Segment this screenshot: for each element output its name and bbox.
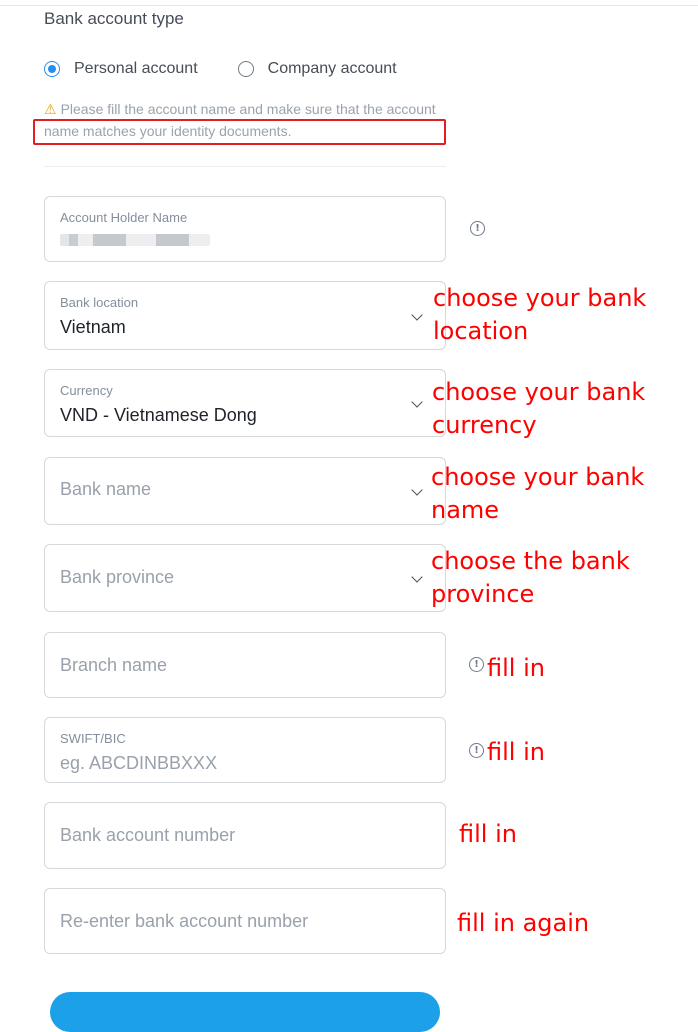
top-divider [0, 5, 698, 6]
radio-label-personal: Personal account [74, 60, 198, 77]
annotation-line: choose your bank [432, 378, 646, 406]
branch-name-field[interactable]: Branch name [44, 632, 446, 698]
annotation-line: location [433, 317, 529, 345]
bank-name-placeholder: Bank name [60, 479, 152, 499]
bank-location-select[interactable]: Bank location Vietnam [44, 281, 446, 350]
info-circle-icon[interactable]: ! [469, 657, 484, 672]
annotation-bank-location: choose your bank location [433, 282, 646, 348]
bank-location-value: Vietnam [60, 317, 126, 337]
annotation-line: choose the bank [431, 547, 630, 575]
account-type-radio-group: Personal account Company account [44, 58, 437, 80]
bank-province-placeholder: Bank province [60, 567, 175, 587]
annotation-bank-name: choose your bank name [431, 461, 644, 527]
section-title: Bank account type [44, 9, 184, 28]
radio-checked-icon [44, 61, 60, 77]
annotation-swift: fill in [487, 738, 545, 766]
chevron-down-icon [411, 309, 423, 321]
chevron-down-icon [411, 571, 423, 583]
currency-label: Currency [60, 383, 113, 398]
annotation-branch: fill in [487, 654, 545, 682]
annotation-line: currency [432, 411, 537, 439]
swift-bic-placeholder: eg. ABCDINBBXXX [60, 753, 218, 773]
section-divider [44, 166, 446, 167]
account-holder-name-label: Account Holder Name [60, 210, 188, 225]
redacted-name-value [60, 234, 210, 246]
currency-select[interactable]: Currency VND - Vietnamese Dong [44, 369, 446, 437]
bank-account-number-placeholder: Bank account number [60, 825, 236, 845]
swift-bic-label: SWIFT/BIC [60, 731, 126, 746]
reenter-account-number-field[interactable]: Re-enter bank account number [44, 888, 446, 954]
annotation-reenter: fill in again [457, 909, 590, 937]
chevron-down-icon [411, 396, 423, 408]
branch-name-placeholder: Branch name [60, 655, 168, 675]
bank-province-select[interactable]: Bank province [44, 544, 446, 612]
annotation-currency: choose your bank currency [432, 376, 645, 442]
swift-bic-field[interactable]: SWIFT/BIC eg. ABCDINBBXXX [44, 717, 446, 783]
radio-personal-account[interactable]: Personal account [44, 60, 198, 78]
radio-unchecked-icon [237, 61, 254, 77]
annotation-line: choose your bank [433, 284, 647, 312]
annotation-account-number: fill in [459, 820, 517, 848]
annotation-line: province [431, 580, 535, 608]
account-holder-name-field[interactable]: Account Holder Name [44, 196, 446, 262]
info-circle-icon[interactable]: ! [470, 221, 485, 236]
info-circle-icon[interactable]: ! [469, 743, 484, 758]
bank-name-select[interactable]: Bank name [44, 457, 446, 525]
submit-button[interactable] [50, 992, 440, 1032]
annotation-bank-province: choose the bank province [431, 545, 630, 611]
warning-triangle-icon: ⚠ [44, 101, 57, 117]
currency-value: VND - Vietnamese Dong [60, 405, 257, 425]
annotation-line: name [431, 496, 500, 524]
radio-label-company: Company account [267, 60, 397, 77]
radio-company-account[interactable]: Company account [237, 60, 397, 78]
annotation-line: choose your bank [431, 463, 645, 491]
bank-location-label: Bank location [60, 295, 139, 310]
reenter-account-number-placeholder: Re-enter bank account number [60, 911, 309, 931]
highlight-box [33, 119, 446, 145]
bank-account-number-field[interactable]: Bank account number [44, 802, 446, 869]
chevron-down-icon [411, 484, 423, 496]
